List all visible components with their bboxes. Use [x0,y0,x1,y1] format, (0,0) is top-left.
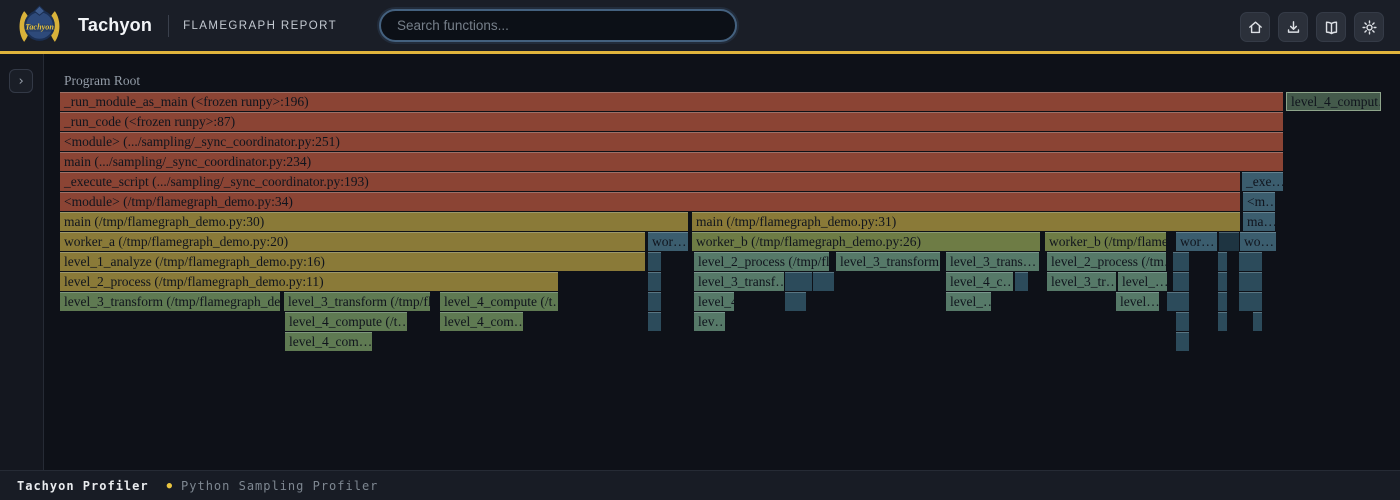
report-type-label: FLAMEGRAPH REPORT [183,20,337,32]
flame-frame[interactable] [1218,272,1227,291]
flame-frame[interactable]: _run_module_as_main (<frozen runpy>:196) [60,92,1283,111]
flame-frame[interactable]: lev… [694,312,725,331]
search-input[interactable] [379,9,737,42]
status-bar: Tachyon Profiler ● Python Sampling Profi… [0,470,1400,500]
download-button[interactable] [1278,12,1308,42]
flame-frame[interactable]: wor… [1176,232,1217,251]
flame-frame[interactable]: level_4_compute (/t… [440,292,558,311]
tachyon-logo-icon: Tachyon [17,3,62,48]
flame-frame[interactable] [1218,292,1227,311]
flame-frame[interactable] [648,252,661,271]
flame-frame[interactable]: level_3_transform… [836,252,940,271]
status-profiler-note: Python Sampling Profiler [181,479,378,493]
flame-frame[interactable] [1253,292,1262,311]
flame-frame[interactable] [1253,312,1262,331]
flame-frame[interactable] [785,272,812,291]
flame-frame[interactable] [1239,292,1253,311]
header-divider [168,15,169,37]
flame-frame[interactable]: main (.../sampling/_sync_coordinator.py:… [60,152,1283,171]
flame-frame[interactable]: level_3_transf… [694,272,784,291]
flame-frame[interactable]: level_4_com… [440,312,523,331]
flame-frame[interactable]: _execute_script (.../sampling/_sync_coor… [60,172,1240,191]
flame-frame[interactable]: level… [1116,292,1159,311]
home-icon [1247,19,1264,36]
flame-frame[interactable]: level_4_comput… [1286,92,1381,111]
flame-frame[interactable]: level_2_process (/tmp/fla… [694,252,829,271]
flame-frame[interactable] [1015,272,1028,291]
flame-frame[interactable] [1239,272,1262,291]
flame-frame[interactable] [1219,232,1239,251]
flame-frame[interactable]: level_1_analyze (/tmp/flamegraph_demo.py… [60,252,645,271]
flame-frame[interactable]: level_2_process (/tm… [1047,252,1166,271]
app-title: Tachyon [78,15,152,36]
download-icon [1285,19,1302,36]
flame-frame[interactable]: level_… [1118,272,1167,291]
theme-toggle-button[interactable] [1354,12,1384,42]
flame-frame[interactable]: level_… [946,292,991,311]
home-button[interactable] [1240,12,1270,42]
flame-frame[interactable] [1239,252,1262,271]
svg-text:Tachyon: Tachyon [25,23,54,32]
flame-frame[interactable] [1218,312,1227,331]
flame-frame[interactable] [1167,292,1189,311]
sun-icon [1361,19,1378,36]
flame-frame[interactable] [1176,332,1189,351]
flame-frame[interactable]: level_3_transform (/tmp/fl… [284,292,430,311]
flame-frame[interactable] [648,292,661,311]
flame-frame[interactable] [1173,252,1189,271]
app-header: Tachyon Tachyon FLAMEGRAPH REPORT [0,0,1400,54]
flame-frame[interactable] [813,272,834,291]
flame-frame[interactable]: level_3_tr… [1047,272,1116,291]
flame-frame[interactable]: worker_b (/tmp/flame… [1045,232,1166,251]
flame-frame[interactable]: level_3_trans… [946,252,1039,271]
search-container [379,9,737,42]
flame-frame[interactable]: _exe… [1242,172,1283,191]
flame-frame[interactable] [785,292,806,311]
docs-button[interactable] [1316,12,1346,42]
flame-frame[interactable]: _run_code (<frozen runpy>:87) [60,112,1283,131]
flame-frame[interactable]: level_3_transform (/tmp/flamegraph_dem… [60,292,280,311]
flame-frame[interactable] [1176,312,1189,331]
flame-frame[interactable]: main (/tmp/flamegraph_demo.py:31) [692,212,1240,231]
status-app-name: Tachyon Profiler [17,479,149,493]
book-icon [1323,19,1340,36]
main-content: › Program Root _run_module_as_main (<fro… [0,54,1400,470]
flame-frame[interactable]: level_4_com… [285,332,372,351]
flame-frame[interactable]: <module> (/tmp/flamegraph_demo.py:34) [60,192,1240,211]
flame-frame[interactable]: level_4_compute (/t… [285,312,407,331]
flame-frame[interactable]: wo… [1240,232,1276,251]
flame-frame[interactable] [648,272,661,291]
flamegraph: Program Root _run_module_as_main (<froze… [0,54,1400,470]
flame-frame[interactable] [1218,252,1227,271]
flamegraph-root-label: Program Root [64,73,140,89]
flame-frame[interactable]: wor… [648,232,688,251]
status-dot-icon: ● [167,481,172,491]
flame-frame[interactable]: level_4_c… [946,272,1013,291]
flame-frame[interactable] [1173,272,1189,291]
flame-frame[interactable]: worker_a (/tmp/flamegraph_demo.py:20) [60,232,645,251]
flame-frame[interactable]: level_2_process (/tmp/flamegraph_demo.py… [60,272,558,291]
flame-frame[interactable]: <module> (.../sampling/_sync_coordinator… [60,132,1283,151]
flame-frame[interactable] [648,312,661,331]
flame-frame[interactable]: <m… [1243,192,1275,211]
flame-frame[interactable]: worker_b (/tmp/flamegraph_demo.py:26) [692,232,1040,251]
header-actions [1240,12,1384,42]
flame-frame[interactable]: level_4_… [694,292,734,311]
flame-frame[interactable]: ma… [1243,212,1275,231]
flame-frame[interactable]: main (/tmp/flamegraph_demo.py:30) [60,212,688,231]
